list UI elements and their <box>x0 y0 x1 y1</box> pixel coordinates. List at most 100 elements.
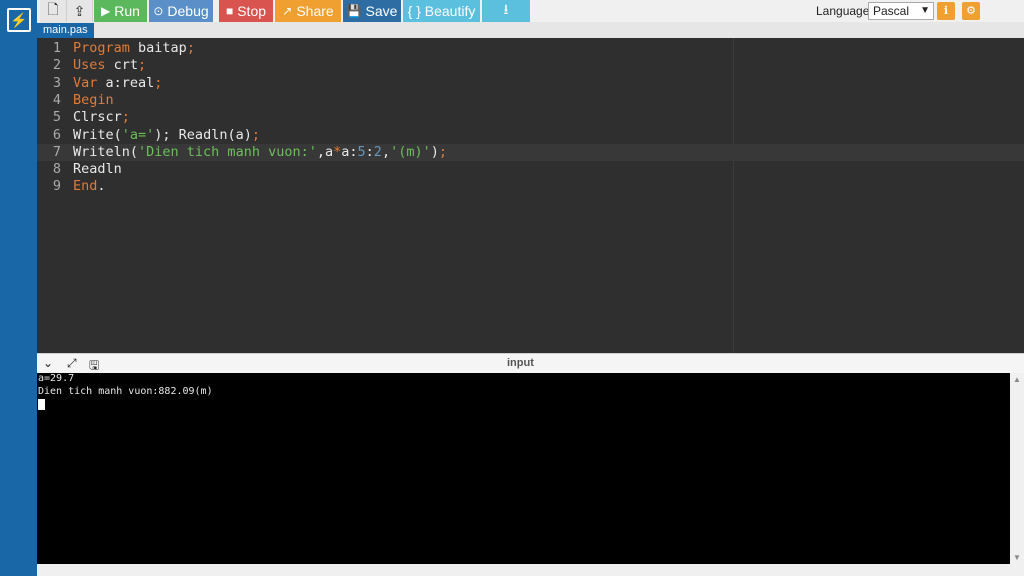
code-text: Uses crt; <box>73 57 146 74</box>
code-line[interactable]: 2 Uses crt; <box>37 57 1024 74</box>
code-token: Writeln( <box>73 143 139 160</box>
code-token: Program <box>73 40 130 56</box>
code-token: Clrscr <box>73 109 122 126</box>
code-token: ) <box>430 143 439 160</box>
language-value: Pascal <box>873 4 910 18</box>
new-file-icon[interactable]: 🗋 <box>40 0 67 22</box>
upload-icon[interactable]: ⇪ <box>67 0 93 22</box>
share-icon: ↗ <box>282 4 293 18</box>
save-icon: 💾 <box>346 4 362 18</box>
line-number: 7 <box>52 143 61 160</box>
scroll-down-icon[interactable]: ▼ <box>1013 553 1021 562</box>
code-token: ; <box>121 109 130 126</box>
code-token: 2 <box>373 143 382 160</box>
save-button[interactable]: 💾 Save <box>343 0 401 22</box>
line-number: 9 <box>52 178 61 195</box>
language-select[interactable]: Pascal ▼ <box>868 2 934 20</box>
code-token: Readln <box>73 161 122 178</box>
expand-icon[interactable]: ⤢ <box>67 356 77 371</box>
code-text: End. <box>73 178 106 195</box>
code-token: Uses <box>73 57 106 74</box>
file-tabs: main.pas <box>37 22 1024 38</box>
download-icon: ⭳ <box>503 1 509 17</box>
code-token: ; <box>438 143 447 160</box>
share-label: Share <box>296 3 334 19</box>
tab-main-pas[interactable]: main.pas <box>37 23 94 38</box>
stop-label: Stop <box>237 3 267 19</box>
code-line[interactable]: 8 Readln <box>37 161 1024 178</box>
gear-icon[interactable]: ⚙ <box>962 2 980 20</box>
code-text: Writeln('Dien tich manh vuon:',a*a:5:2,'… <box>73 144 447 161</box>
code-token: a: <box>341 143 358 160</box>
code-token: '(m)' <box>390 143 431 160</box>
console-line: a=29.7 <box>38 373 75 384</box>
code-text: Var a:real; <box>73 75 162 92</box>
beautify-button[interactable]: { } Beautify <box>403 0 480 22</box>
toolbar: 🗋 ⇪ ▶ Run ⊙ Debug ■ Stop ↗ Share 💾 Save { } B… <box>37 0 1024 23</box>
output-title: input <box>507 357 534 369</box>
download-button[interactable]: ⭳ <box>482 0 530 22</box>
output-console[interactable]: a=29.7 Dien tich manh vuon:882.09(m) <box>37 373 1010 564</box>
code-token: : <box>365 143 374 160</box>
code-text: Clrscr; <box>73 109 130 126</box>
line-number: 4 <box>52 91 61 108</box>
run-button[interactable]: ▶ Run <box>94 0 147 22</box>
console-cursor <box>38 399 45 410</box>
code-token: ); Readln(a) <box>154 126 252 143</box>
line-number: 5 <box>52 109 61 126</box>
code-text: Readln <box>73 161 122 178</box>
code-token: End <box>73 178 98 195</box>
console-line: Dien tich manh vuon:882.09(m) <box>38 386 213 397</box>
line-number: 1 <box>52 40 61 56</box>
play-icon: ▶ <box>101 4 111 18</box>
code-token: Var <box>73 74 98 91</box>
code-line[interactable]: 7 Writeln('Dien tich manh vuon:',a*a:5:2,… <box>37 143 1024 161</box>
bottom-bar <box>37 564 1024 576</box>
console-scrollbar[interactable]: ▲ ▼ <box>1010 373 1024 564</box>
line-number: 6 <box>52 126 61 143</box>
code-line[interactable]: 1 Program baitap; <box>37 40 1024 57</box>
code-line[interactable]: 3 Var a:real; <box>37 75 1024 92</box>
collapse-icon[interactable]: ⌄ <box>43 356 53 370</box>
code-token: crt <box>105 57 139 74</box>
code-token: ,a <box>316 143 334 160</box>
code-token: a:real <box>97 74 155 91</box>
debug-icon: ⊙ <box>153 4 164 18</box>
line-number: 8 <box>52 161 61 178</box>
left-rail: ⚡ <box>0 0 37 576</box>
chevron-down-icon: ▼ <box>920 5 930 16</box>
code-token: 'a=' <box>121 126 155 143</box>
language-label: Language <box>816 4 870 18</box>
output-header: ⌄ ⤢ 🖫 input <box>37 353 1024 374</box>
code-token: 'Dien tich manh vuon:' <box>138 143 317 160</box>
bolt-logo-icon[interactable]: ⚡ <box>7 8 31 32</box>
beautify-label: { } Beautify <box>407 3 476 19</box>
code-editor[interactable]: 1 Program baitap; 2 Uses crt; 3 Var a:real; 4 B… <box>37 38 1024 353</box>
code-token: 5 <box>357 143 366 160</box>
code-token: , <box>381 143 391 160</box>
code-token: ; <box>154 74 163 91</box>
debug-button[interactable]: ⊙ Debug <box>149 0 213 22</box>
code-token: baitap <box>129 40 187 56</box>
code-line[interactable]: 9 End. <box>37 178 1024 195</box>
code-token: . <box>97 178 106 195</box>
scroll-up-icon[interactable]: ▲ <box>1013 375 1021 384</box>
code-token: Begin <box>73 91 114 108</box>
code-line[interactable]: 5 Clrscr; <box>37 109 1024 126</box>
stop-button[interactable]: ■ Stop <box>219 0 273 22</box>
code-line[interactable]: 4 Begin <box>37 92 1024 109</box>
code-token: Write( <box>73 126 122 143</box>
code-token: ; <box>251 126 260 143</box>
code-token: ; <box>186 40 195 56</box>
save-label: Save <box>365 3 398 19</box>
code-text: Begin <box>73 92 114 109</box>
stop-icon: ■ <box>225 4 234 18</box>
line-number: 2 <box>52 57 61 74</box>
line-number: 3 <box>52 74 61 91</box>
code-text: Program baitap; <box>73 40 195 57</box>
debug-label: Debug <box>167 3 209 19</box>
share-button[interactable]: ↗ Share <box>275 0 341 22</box>
info-icon[interactable]: ℹ <box>937 2 955 20</box>
code-line[interactable]: 6 Write('a='); Readln(a); <box>37 127 1024 144</box>
run-label: Run <box>114 3 140 19</box>
